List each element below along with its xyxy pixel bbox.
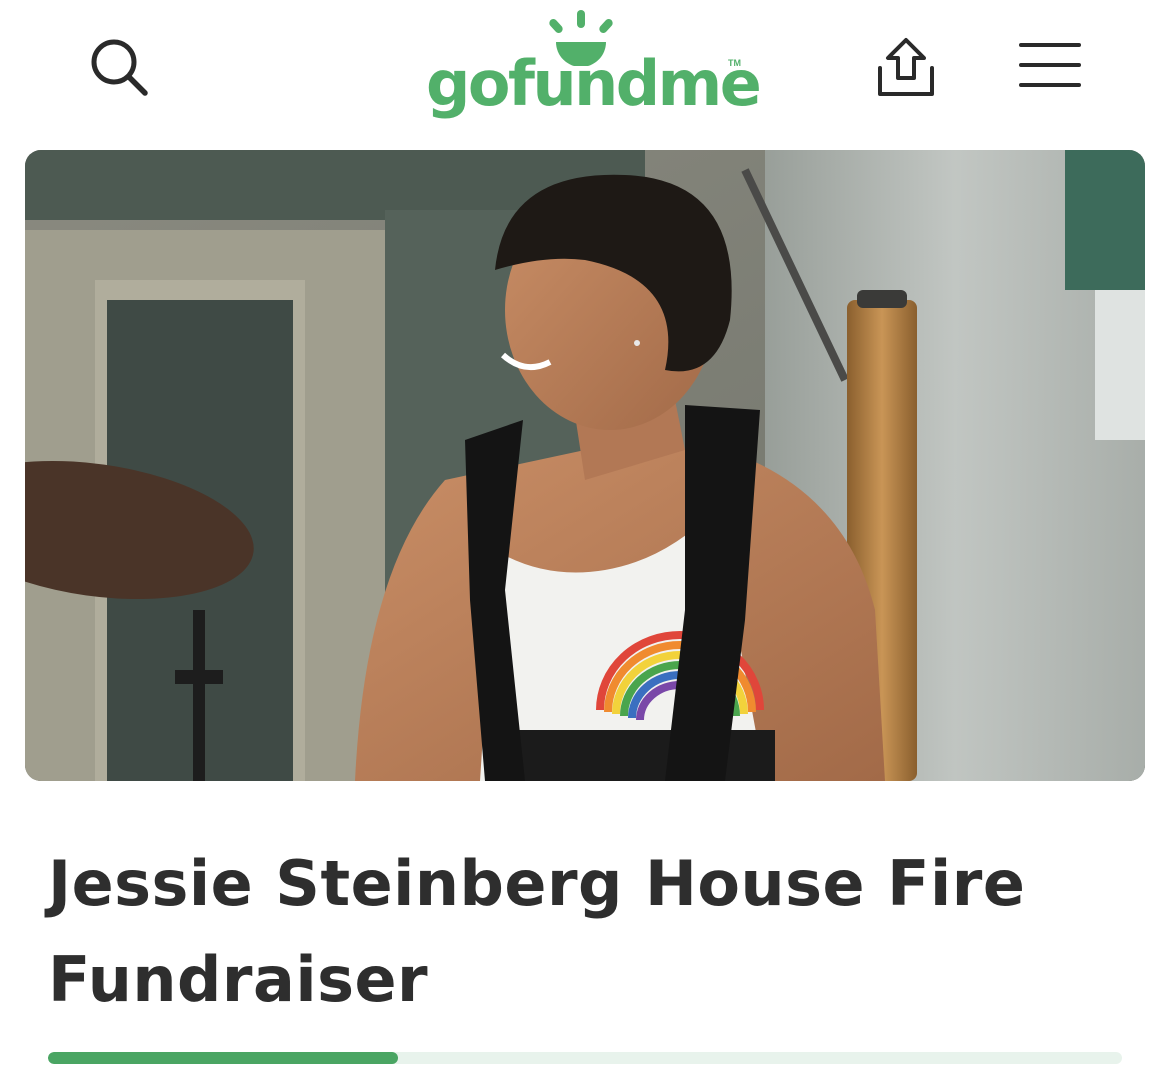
share-button[interactable] (868, 30, 944, 102)
gofundme-logo[interactable]: gofundme TM (424, 8, 762, 128)
campaign-hero-image (25, 150, 1145, 781)
progress-fill (48, 1052, 399, 1064)
fundraising-progress-bar (48, 1052, 1122, 1064)
top-nav-bar: gofundme TM (0, 0, 1169, 140)
search-icon (91, 39, 148, 96)
menu-button[interactable] (1012, 34, 1088, 96)
hamburger-menu-icon (1019, 43, 1081, 87)
logo-wordmark: gofundme (426, 47, 762, 120)
share-icon (878, 38, 934, 96)
search-button[interactable] (84, 32, 154, 102)
drummer-photo (25, 150, 1145, 781)
campaign-title: Jessie Steinberg House Fire Fundraiser (48, 847, 1026, 1016)
trademark-mark: TM (728, 58, 741, 68)
